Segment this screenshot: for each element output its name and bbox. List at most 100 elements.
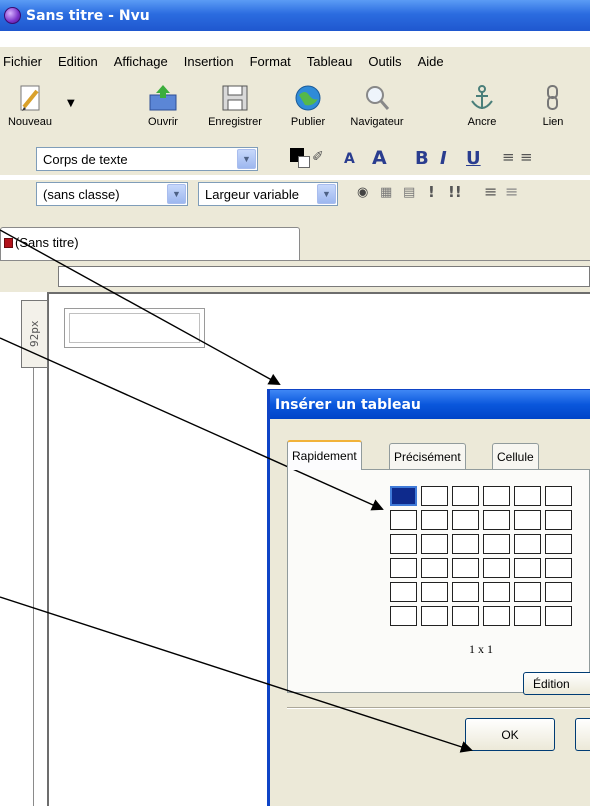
dialog-title-bar[interactable]: Insérer un tableau <box>270 390 590 419</box>
grid-cell[interactable] <box>452 558 479 578</box>
chevron-down-icon[interactable]: ▼ <box>237 149 256 169</box>
larger-font-icon[interactable]: A <box>372 147 387 169</box>
grid-cell[interactable] <box>421 582 448 602</box>
grid-cell[interactable] <box>545 510 572 530</box>
grid-cell[interactable] <box>545 486 572 506</box>
link-button[interactable]: Lien <box>528 75 578 145</box>
class-toolbar: (sans classe) ▼ Largeur variable ▼ ◉ ▦ ▤… <box>0 180 590 210</box>
bulleted-list-icon[interactable]: ≡ <box>520 148 533 166</box>
grid-cell[interactable] <box>421 534 448 554</box>
floppy-icon <box>220 83 250 113</box>
menu-tableau[interactable]: Tableau <box>307 54 353 69</box>
background-color-icon[interactable] <box>298 156 310 168</box>
menu-fichier[interactable]: Fichier <box>3 54 42 69</box>
grid-cell[interactable] <box>421 510 448 530</box>
menu-bar: Fichier Edition Affichage Insertion Form… <box>0 47 590 75</box>
grid-cell[interactable] <box>452 606 479 626</box>
justify-icon[interactable]: ≡ <box>505 182 518 201</box>
class-select[interactable]: (sans classe) ▼ <box>36 182 188 206</box>
nvu-logo-icon <box>4 7 21 24</box>
menu-edition[interactable]: Edition <box>58 54 98 69</box>
grid-cell[interactable] <box>390 534 417 554</box>
grid-cell[interactable] <box>421 606 448 626</box>
tab-rapidement[interactable]: Rapidement <box>287 440 362 470</box>
save-button[interactable]: Enregistrer <box>199 75 271 145</box>
tab-precisement[interactable]: Précisément <box>389 443 466 469</box>
grid-cell[interactable] <box>545 534 572 554</box>
paragraph-style-select[interactable]: Corps de texte ▼ <box>36 147 258 171</box>
grid-cell[interactable] <box>483 510 510 530</box>
grid-cell[interactable] <box>514 606 541 626</box>
grid-cell[interactable] <box>452 486 479 506</box>
width-select[interactable]: Largeur variable ▼ <box>198 182 338 206</box>
grid-cell[interactable] <box>483 486 510 506</box>
underline-button[interactable]: U <box>466 148 481 169</box>
grid-cell[interactable] <box>545 558 572 578</box>
grid-cell[interactable] <box>545 582 572 602</box>
grid-cell[interactable] <box>421 558 448 578</box>
italic-button[interactable]: I <box>440 148 447 169</box>
grid-cell[interactable] <box>390 558 417 578</box>
very-important-icon[interactable]: !! <box>448 183 462 201</box>
grid-cell-selected[interactable] <box>390 486 417 506</box>
menu-format[interactable]: Format <box>250 54 291 69</box>
unsaved-icon <box>4 238 13 248</box>
document-tab[interactable]: (Sans titre) <box>0 227 300 261</box>
cancel-button[interactable] <box>575 718 590 751</box>
app-title-bar[interactable]: Sans titre - Nvu <box>0 0 590 31</box>
menu-aide[interactable]: Aide <box>418 54 444 69</box>
grid-cell[interactable] <box>514 486 541 506</box>
open-label: Ouvrir <box>148 116 178 128</box>
new-dropdown-icon[interactable]: ▼ <box>67 98 75 109</box>
bold-button[interactable]: B <box>415 148 429 169</box>
grid-cell[interactable] <box>452 534 479 554</box>
grid-cell[interactable] <box>545 606 572 626</box>
main-toolbar: Nouveau ▼ Ouvrir Enregistrer Publier Nav… <box>0 75 590 145</box>
document-tab-bar: (Sans titre) <box>0 210 590 261</box>
grid-cell[interactable] <box>483 558 510 578</box>
publish-label: Publier <box>290 116 326 128</box>
tab-cellule[interactable]: Cellule <box>492 443 539 469</box>
grid-cell[interactable] <box>514 510 541 530</box>
grid-cell[interactable] <box>483 582 510 602</box>
grid-cell[interactable] <box>421 486 448 506</box>
anchor-icon <box>467 83 497 113</box>
grid-cell[interactable] <box>452 582 479 602</box>
grid-cell[interactable] <box>452 510 479 530</box>
important-icon[interactable]: ! <box>428 183 435 201</box>
new-button[interactable]: Nouveau <box>0 75 60 145</box>
form-icon[interactable]: ▤ <box>403 185 415 200</box>
grid-cell[interactable] <box>390 606 417 626</box>
table-icon[interactable]: ▦ <box>380 185 392 200</box>
image-icon[interactable]: ◉ <box>357 185 368 200</box>
dialog-title: Insérer un tableau <box>275 396 421 413</box>
ok-button[interactable]: OK <box>465 718 555 751</box>
pencil-document-icon <box>15 83 45 113</box>
grid-cell[interactable] <box>514 558 541 578</box>
open-folder-icon <box>148 83 178 113</box>
grid-cell[interactable] <box>390 510 417 530</box>
smaller-font-icon[interactable]: A <box>344 151 355 167</box>
align-icon[interactable]: ≡ <box>484 182 497 201</box>
anchor-button[interactable]: Ancre <box>460 75 504 145</box>
eraser-icon[interactable]: ✐ <box>312 149 324 165</box>
numbered-list-icon[interactable]: ≡ <box>502 148 515 166</box>
left-border <box>33 368 34 806</box>
chevron-down-icon[interactable]: ▼ <box>167 184 186 204</box>
insert-table-dialog: Insérer un tableau Rapidement Précisémen… <box>267 389 590 806</box>
publish-button[interactable]: Publier <box>280 75 336 145</box>
menu-insertion[interactable]: Insertion <box>184 54 234 69</box>
open-button[interactable]: Ouvrir <box>128 75 198 145</box>
browser-button[interactable]: Navigateur <box>345 75 409 145</box>
link-label: Lien <box>542 116 564 128</box>
grid-cell[interactable] <box>483 534 510 554</box>
edit-button[interactable]: Édition <box>523 672 590 695</box>
table-cell-placeholder[interactable] <box>69 313 200 343</box>
chevron-down-icon[interactable]: ▼ <box>317 184 336 204</box>
grid-cell[interactable] <box>483 606 510 626</box>
menu-affichage[interactable]: Affichage <box>114 54 168 69</box>
menu-outils[interactable]: Outils <box>368 54 401 69</box>
grid-cell[interactable] <box>390 582 417 602</box>
grid-cell[interactable] <box>514 582 541 602</box>
grid-cell[interactable] <box>514 534 541 554</box>
